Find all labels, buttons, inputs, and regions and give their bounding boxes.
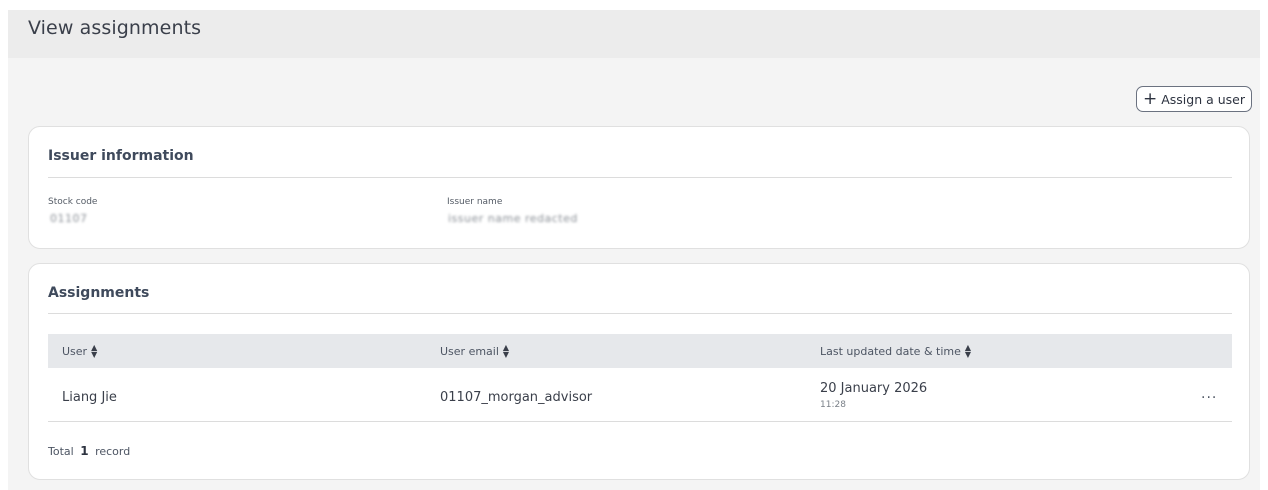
sort-icon: ▲ ▼: [964, 343, 972, 359]
column-header-updated-label: Last updated date & time: [820, 344, 961, 358]
cell-email: 01107_morgan_advisor: [440, 390, 593, 405]
plus-icon: +: [1142, 88, 1158, 109]
cell-user: Liang Jie: [62, 390, 117, 405]
page-header: View assignments: [8, 10, 1260, 58]
assignments-title: Assignments: [48, 285, 150, 301]
page-frame: View assignments + Assign a user Issuer …: [8, 10, 1260, 490]
issuer-information-card: Issuer information Stock code 01107 Issu…: [28, 126, 1250, 249]
total-count: 1: [80, 444, 89, 458]
issuer-divider: [48, 177, 1232, 178]
page-title: View assignments: [28, 17, 202, 39]
total-prefix: Total: [48, 445, 74, 458]
issuer-name-value: issuer name redacted: [448, 212, 578, 225]
assignments-card: Assignments User ▲ ▼ User email ▲ ▼ Last u…: [28, 263, 1250, 480]
assign-user-button[interactable]: + Assign a user: [1136, 86, 1252, 112]
row-actions-menu-icon[interactable]: ···: [1201, 390, 1217, 406]
total-records: Total 1 record: [48, 444, 130, 458]
total-suffix: record: [95, 445, 131, 458]
column-header-user[interactable]: User ▲ ▼: [62, 343, 98, 359]
sort-icon: ▲ ▼: [91, 343, 98, 359]
issuer-name-label: Issuer name: [447, 197, 503, 207]
issuer-information-title: Issuer information: [48, 148, 194, 164]
cell-time: 11:28: [820, 400, 846, 410]
table-header: User ▲ ▼ User email ▲ ▼ Last updated date …: [48, 334, 1232, 368]
stock-code-value: 01107: [50, 212, 88, 225]
stock-code-label: Stock code: [48, 197, 98, 207]
assign-user-label: Assign a user: [1161, 91, 1246, 107]
column-header-updated[interactable]: Last updated date & time ▲ ▼: [820, 343, 972, 359]
column-header-email[interactable]: User email ▲ ▼: [440, 343, 510, 359]
column-header-email-label: User email: [440, 344, 499, 358]
assignments-divider: [48, 313, 1232, 314]
column-header-user-label: User: [62, 344, 88, 358]
sort-icon: ▲ ▼: [502, 343, 510, 359]
cell-date: 20 January 2026: [820, 381, 928, 396]
row-divider: [48, 421, 1232, 422]
